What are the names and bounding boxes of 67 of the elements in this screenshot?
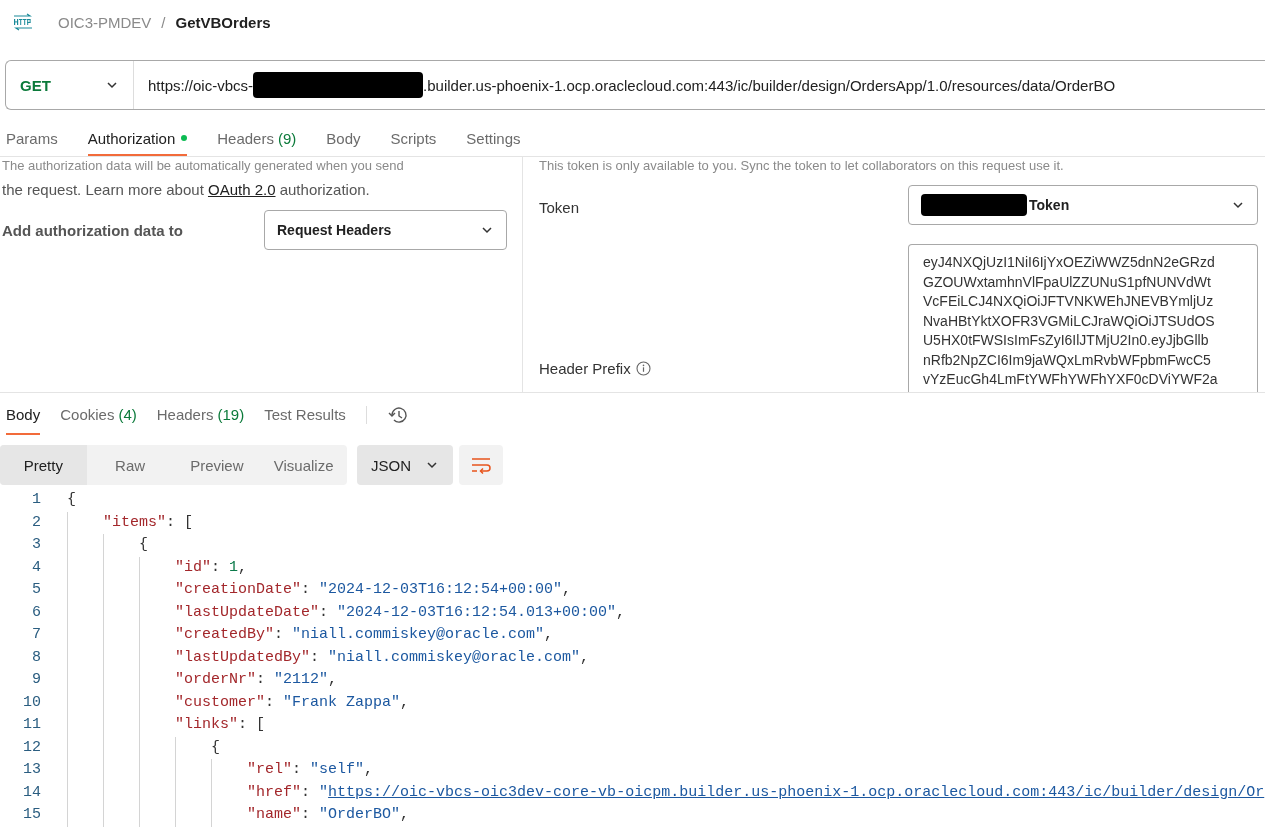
code-line: "customer": "Frank Zappa", — [67, 691, 410, 714]
line-number: 14 — [22, 782, 41, 803]
description-text: the request. Learn more about OAuth 2.0 authorization. — [2, 181, 371, 198]
info-icon — [635, 361, 651, 376]
line-number: 13 — [22, 760, 41, 780]
code-line: "name": "OrderBO", — [67, 804, 410, 827]
line-number: 3 — [31, 535, 41, 555]
code-line: "lastUpdateDate": "2024-12-03T16:12:54.013+00:00", — [67, 601, 626, 624]
url-field[interactable]: https://oic-vbcs- .builder.us-phoenix-1.ocp.oraclecloud.com:443/ic/builder/design/OrdersApp/1.0/resources/data/OrderBO — [134, 72, 1116, 98]
tab[interactable]: Params — [6, 122, 58, 156]
code-line: "createdBy": "niall.commiskey@oracle.com", — [67, 624, 554, 647]
view-mode-tab[interactable]: Raw — [86, 445, 174, 485]
line-number: 5 — [31, 580, 41, 600]
collection-name[interactable]: OIC3-PMDEV — [58, 13, 152, 31]
line-number: 12 — [22, 737, 41, 758]
field-label: Header Prefix — [539, 360, 631, 377]
line-number: 7 — [31, 625, 41, 645]
code-line: "rel": "self", — [67, 759, 374, 782]
code-line: "href": "https://oic-vbcs-oic3dev-core-vb-oicpm.builder.us-phoenix-1.ocp.oraclecloud.com:443/ic/builder/design/Or — [67, 781, 1265, 804]
tab[interactable]: Headers (9) — [217, 122, 297, 156]
status-dot — [181, 135, 188, 141]
field-label: Add authorization data to — [2, 221, 183, 239]
line-number: 9 — [31, 670, 41, 690]
token-field[interactable]: eyJ4NXQjUzI1NiI6IjYxOEZiWWZ5dnN2eGRzd GZOUWxtamhnVlFpaUlZZUNuS1pfNUNVdWt VcFEiLCJ4NXQiOiJFTVNKWEhJNEVBYmljUz NvaHBtYktXOFR3VGMiLCJraWQiOiJTSUdOS U5HX0tFWSIsImFsZyI6IlJTMjU2In0.eyJjbGllb nRfb2NpZCI6Im9jaWQxLmRvbWFpbmFwcC5 vYzEucGh4LmFtYWFhYWFhYXF0cDViYWF2a — [908, 244, 1258, 392]
view-mode-tab[interactable]: Pretty — [0, 445, 87, 485]
line-number: 10 — [22, 692, 41, 713]
tab[interactable]: Settings — [466, 122, 521, 156]
tab[interactable]: Body — [6, 395, 41, 435]
tab[interactable]: Headers (19) — [156, 395, 245, 435]
line-number: 6 — [31, 602, 41, 623]
wrap-lines-button[interactable] — [459, 445, 503, 485]
tab[interactable]: Test Results — [264, 395, 346, 435]
description-text: The authorization data will be automatically generated when you send — [2, 157, 405, 175]
field-label: Token — [539, 198, 581, 218]
line-number: 15 — [22, 805, 41, 825]
link[interactable]: https://oic-vbcs-oic3dev-core-vb-oicpm.builder.us-phoenix-1.ocp.oraclecloud.com:443/ic/builder/design/Or — [328, 783, 1265, 801]
code-line: "items": [ — [67, 511, 194, 534]
method-dropdown[interactable]: GET — [6, 61, 134, 109]
line-number: 8 — [31, 647, 41, 668]
code-line: "creationDate": "2024-12-03T16:12:54+00:00", — [67, 579, 572, 602]
dropdown[interactable]: Request Headers — [264, 210, 507, 250]
wrap-lines-icon — [470, 456, 492, 474]
note-text: This token is only available to you. Sync the token to let collaborators on this request use it. — [539, 157, 1065, 175]
request-name: GetVBOrders — [175, 13, 271, 31]
code-line: "orderNr": "2112", — [67, 669, 338, 692]
format-dropdown[interactable]: JSON — [357, 445, 453, 485]
code-line: { — [67, 534, 148, 557]
http-icon — [12, 13, 34, 31]
history-icon[interactable] — [386, 405, 409, 425]
code-line: { — [67, 490, 76, 510]
code-line: "links": [ — [67, 714, 266, 737]
breadcrumb-separator: / — [161, 13, 166, 31]
line-number: 1 — [31, 490, 41, 510]
link[interactable]: OAuth 2.0 — [207, 181, 276, 198]
view-mode-tab[interactable]: Preview — [173, 445, 261, 485]
token-dropdown[interactable]: Token — [908, 185, 1258, 225]
tab[interactable]: Body — [326, 122, 361, 156]
view-mode-tab[interactable]: Visualize — [260, 445, 347, 485]
tab[interactable]: Cookies (4) — [60, 395, 137, 435]
code-line: "id": 1, — [67, 556, 248, 579]
line-number: 4 — [31, 557, 41, 578]
code-line: { — [67, 736, 221, 759]
line-number: 2 — [31, 512, 41, 533]
code-line: "lastUpdatedBy": "niall.commiskey@oracle.com", — [67, 646, 590, 669]
tab[interactable]: Scripts — [390, 122, 437, 156]
tab[interactable]: Authorization — [87, 122, 188, 156]
line-number: 11 — [22, 715, 41, 735]
